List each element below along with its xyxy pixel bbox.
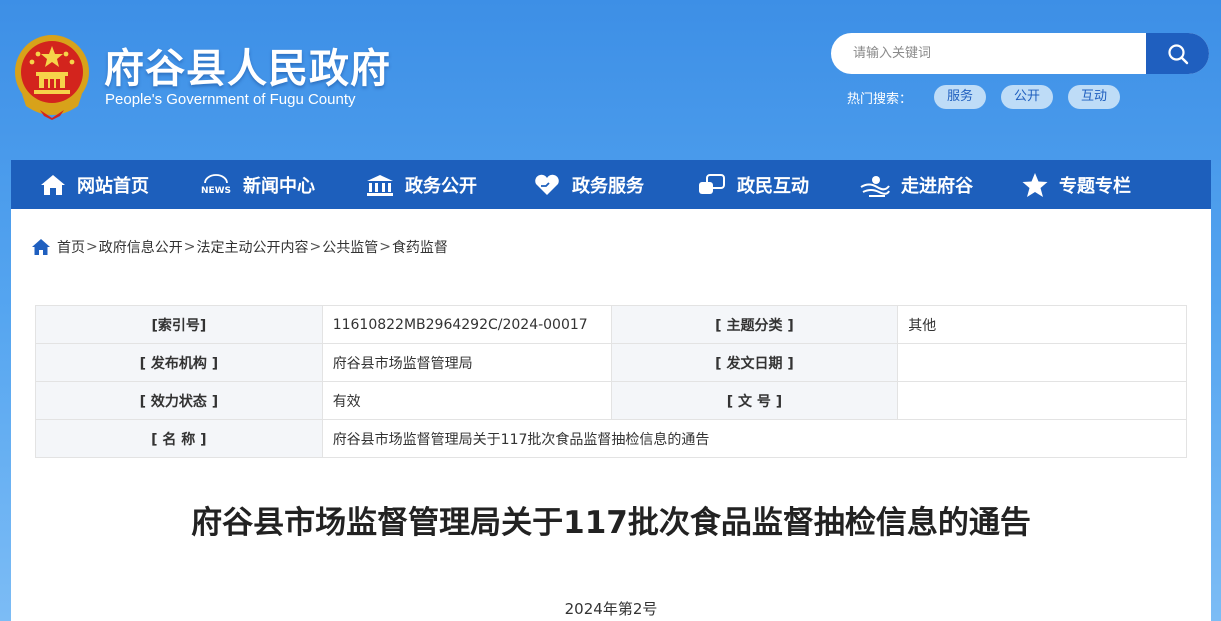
nav-label: 政务公开 xyxy=(405,175,477,197)
breadcrumb-separator: > xyxy=(309,239,322,255)
nav-label: 政民互动 xyxy=(737,175,809,197)
landscape-icon xyxy=(860,175,890,197)
main-nav: 网站首页 NEWS 新闻中心 政务公开 政务服务 政民互动 走进府谷 专题专栏 xyxy=(11,160,1211,209)
chat-icon xyxy=(699,173,725,194)
nav-item-interaction[interactable]: 政民互动 xyxy=(697,160,809,209)
docno-label: [ 文 号 ] xyxy=(610,381,899,420)
site-header: 府谷县人民政府 People's Government of Fugu Coun… xyxy=(0,0,1221,160)
content-panel: 首页 > 政府信息公开 > 法定主动公开内容 > 公共监管 > 食药监督 [索引… xyxy=(11,209,1211,621)
hot-tag-public[interactable]: 公开 xyxy=(1001,85,1054,109)
breadcrumb-separator: > xyxy=(183,239,196,255)
search-box xyxy=(831,33,1209,74)
breadcrumb-public-supervision[interactable]: 公共监管 xyxy=(322,237,378,257)
publisher-value: 府谷县市场监督管理局 xyxy=(321,343,612,382)
breadcrumb-separator: > xyxy=(379,239,391,255)
status-label: [ 效力状态 ] xyxy=(35,381,323,420)
table-row: [索引号] 11610822MB2964292C/2024-00017 [ 主题… xyxy=(35,305,1187,344)
topic-label: [ 主题分类 ] xyxy=(610,305,899,344)
breadcrumb: 首页 > 政府信息公开 > 法定主动公开内容 > 公共监管 > 食药监督 xyxy=(31,237,448,257)
status-value: 有效 xyxy=(321,381,612,420)
index-value: 11610822MB2964292C/2024-00017 xyxy=(321,305,612,344)
hot-search-label: 热门搜索： xyxy=(847,91,913,107)
hot-tag-interact[interactable]: 互动 xyxy=(1068,85,1121,109)
heart-hand-icon xyxy=(535,174,559,195)
document-meta-table: [索引号] 11610822MB2964292C/2024-00017 [ 主题… xyxy=(35,305,1188,458)
national-emblem-icon xyxy=(15,35,89,120)
nav-item-news[interactable]: NEWS 新闻中心 xyxy=(199,160,315,209)
nav-label: 专题专栏 xyxy=(1059,175,1131,197)
breadcrumb-food-drug[interactable]: 食药监督 xyxy=(392,237,448,257)
search-button[interactable] xyxy=(1146,33,1209,74)
table-row: [ 效力状态 ] 有效 [ 文 号 ] xyxy=(35,381,1187,420)
nav-label: 网站首页 xyxy=(77,175,149,197)
nav-label: 走进府谷 xyxy=(901,175,973,197)
nav-item-gov-service[interactable]: 政务服务 xyxy=(532,160,644,209)
svg-text:NEWS: NEWS xyxy=(201,186,231,196)
document-number: 2024年第2号 xyxy=(564,600,658,618)
hot-search: 热门搜索： 服务 公开 互动 xyxy=(847,84,1135,110)
nav-label: 新闻中心 xyxy=(243,175,315,197)
nav-item-special[interactable]: 专题专栏 xyxy=(1021,160,1131,209)
hot-tag-service[interactable]: 服务 xyxy=(934,85,987,109)
date-label: [ 发文日期 ] xyxy=(610,343,899,382)
table-row: [ 名 称 ] 府谷县市场监督管理局关于117批次食品监督抽检信息的通告 xyxy=(35,419,1188,458)
breadcrumb-statutory[interactable]: 法定主动公开内容 xyxy=(196,237,308,257)
search-icon xyxy=(1167,43,1188,64)
breadcrumb-home[interactable]: 首页 xyxy=(57,237,85,257)
publisher-label: [ 发布机构 ] xyxy=(35,343,323,382)
news-icon: NEWS xyxy=(201,173,231,196)
table-row: [ 发布机构 ] 府谷县市场监督管理局 [ 发文日期 ] xyxy=(35,343,1187,382)
search-input[interactable] xyxy=(831,33,1147,74)
breadcrumb-separator: > xyxy=(86,239,98,255)
index-label: [索引号] xyxy=(35,305,323,344)
home-icon xyxy=(41,174,65,195)
document-title: 府谷县市场监督管理局关于117批次食品监督抽检信息的通告 xyxy=(191,505,1031,541)
home-icon xyxy=(32,239,50,255)
star-icon xyxy=(1022,172,1048,197)
date-value xyxy=(897,343,1187,382)
site-subtitle: People's Government of Fugu County xyxy=(105,91,356,108)
name-label: [ 名 称 ] xyxy=(35,419,323,458)
nav-item-gov-affairs[interactable]: 政务公开 xyxy=(365,160,477,209)
nav-item-about-fugu[interactable]: 走进府谷 xyxy=(859,160,973,209)
docno-value xyxy=(897,381,1187,420)
breadcrumb-gov-info[interactable]: 政府信息公开 xyxy=(99,237,183,257)
nav-item-home[interactable]: 网站首页 xyxy=(39,160,149,209)
name-value: 府谷县市场监督管理局关于117批次食品监督抽检信息的通告 xyxy=(321,419,1188,458)
nav-label: 政务服务 xyxy=(572,175,644,197)
site-title: 府谷县人民政府 xyxy=(104,46,391,92)
topic-value: 其他 xyxy=(897,305,1187,344)
government-building-icon xyxy=(367,174,393,196)
